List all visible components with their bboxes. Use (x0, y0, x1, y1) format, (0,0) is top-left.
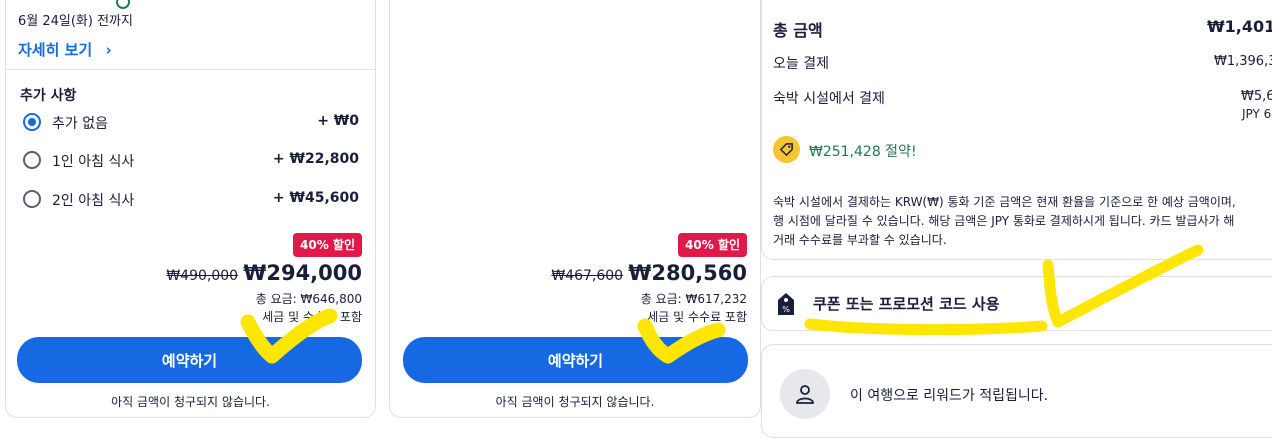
checkmark-highlight-2 (637, 318, 726, 364)
checkmark-highlight-1 (240, 308, 338, 364)
highlight-annotations (240, 244, 1204, 364)
underline-highlight (804, 318, 1048, 336)
checkmark-highlight-3 (1042, 244, 1204, 328)
